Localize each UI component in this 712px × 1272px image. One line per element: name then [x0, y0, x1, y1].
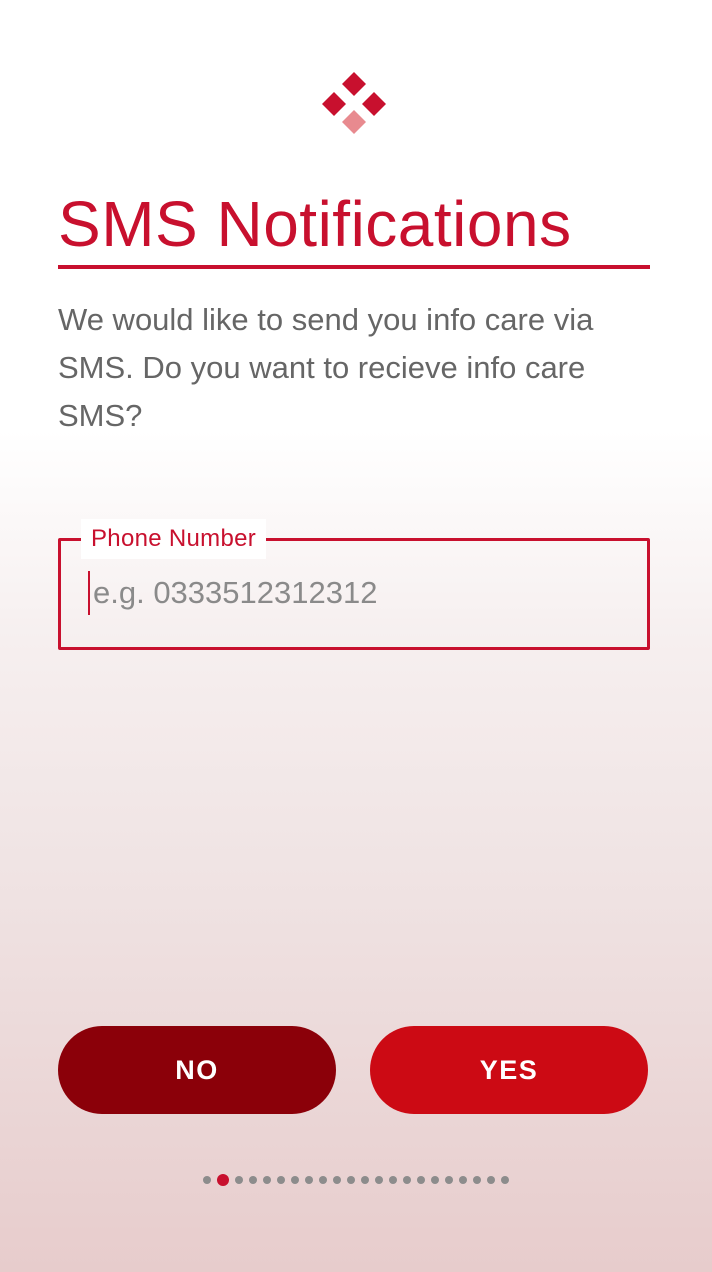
- page-dot: [291, 1176, 299, 1184]
- phone-number-label: Phone Number: [81, 519, 267, 559]
- page-dot: [431, 1176, 439, 1184]
- page-dot: [277, 1176, 285, 1184]
- page-dot: [403, 1176, 411, 1184]
- logo-diamond-right: [362, 92, 386, 116]
- phone-number-input[interactable]: [88, 571, 613, 615]
- page-dot-active: [217, 1174, 229, 1186]
- page-dot: [305, 1176, 313, 1184]
- page-dot: [375, 1176, 383, 1184]
- title-underline: [58, 265, 650, 269]
- no-button[interactable]: NO: [58, 1026, 336, 1114]
- page-dot: [347, 1176, 355, 1184]
- page-dot: [445, 1176, 453, 1184]
- page-dot: [389, 1176, 397, 1184]
- brand-logo-icon: [322, 72, 386, 134]
- yes-button[interactable]: YES: [370, 1026, 648, 1114]
- page-indicator: [0, 1172, 712, 1188]
- page-dot: [203, 1176, 211, 1184]
- page-dot: [501, 1176, 509, 1184]
- description-text: We would like to send you info care via …: [58, 302, 594, 433]
- page-dot: [263, 1176, 271, 1184]
- logo-diamond-bottom: [342, 110, 366, 134]
- page-dot: [487, 1176, 495, 1184]
- page-title: SMS Notifications: [58, 188, 572, 260]
- page-dot: [473, 1176, 481, 1184]
- page-dot: [417, 1176, 425, 1184]
- page-dot: [459, 1176, 467, 1184]
- page-dot: [361, 1176, 369, 1184]
- page-dot: [319, 1176, 327, 1184]
- page-dot: [249, 1176, 257, 1184]
- phone-number-field: Phone Number: [58, 519, 650, 650]
- page-dot: [333, 1176, 341, 1184]
- logo-diamond-top: [342, 72, 366, 96]
- logo-diamond-left: [322, 92, 346, 116]
- page-dot: [235, 1176, 243, 1184]
